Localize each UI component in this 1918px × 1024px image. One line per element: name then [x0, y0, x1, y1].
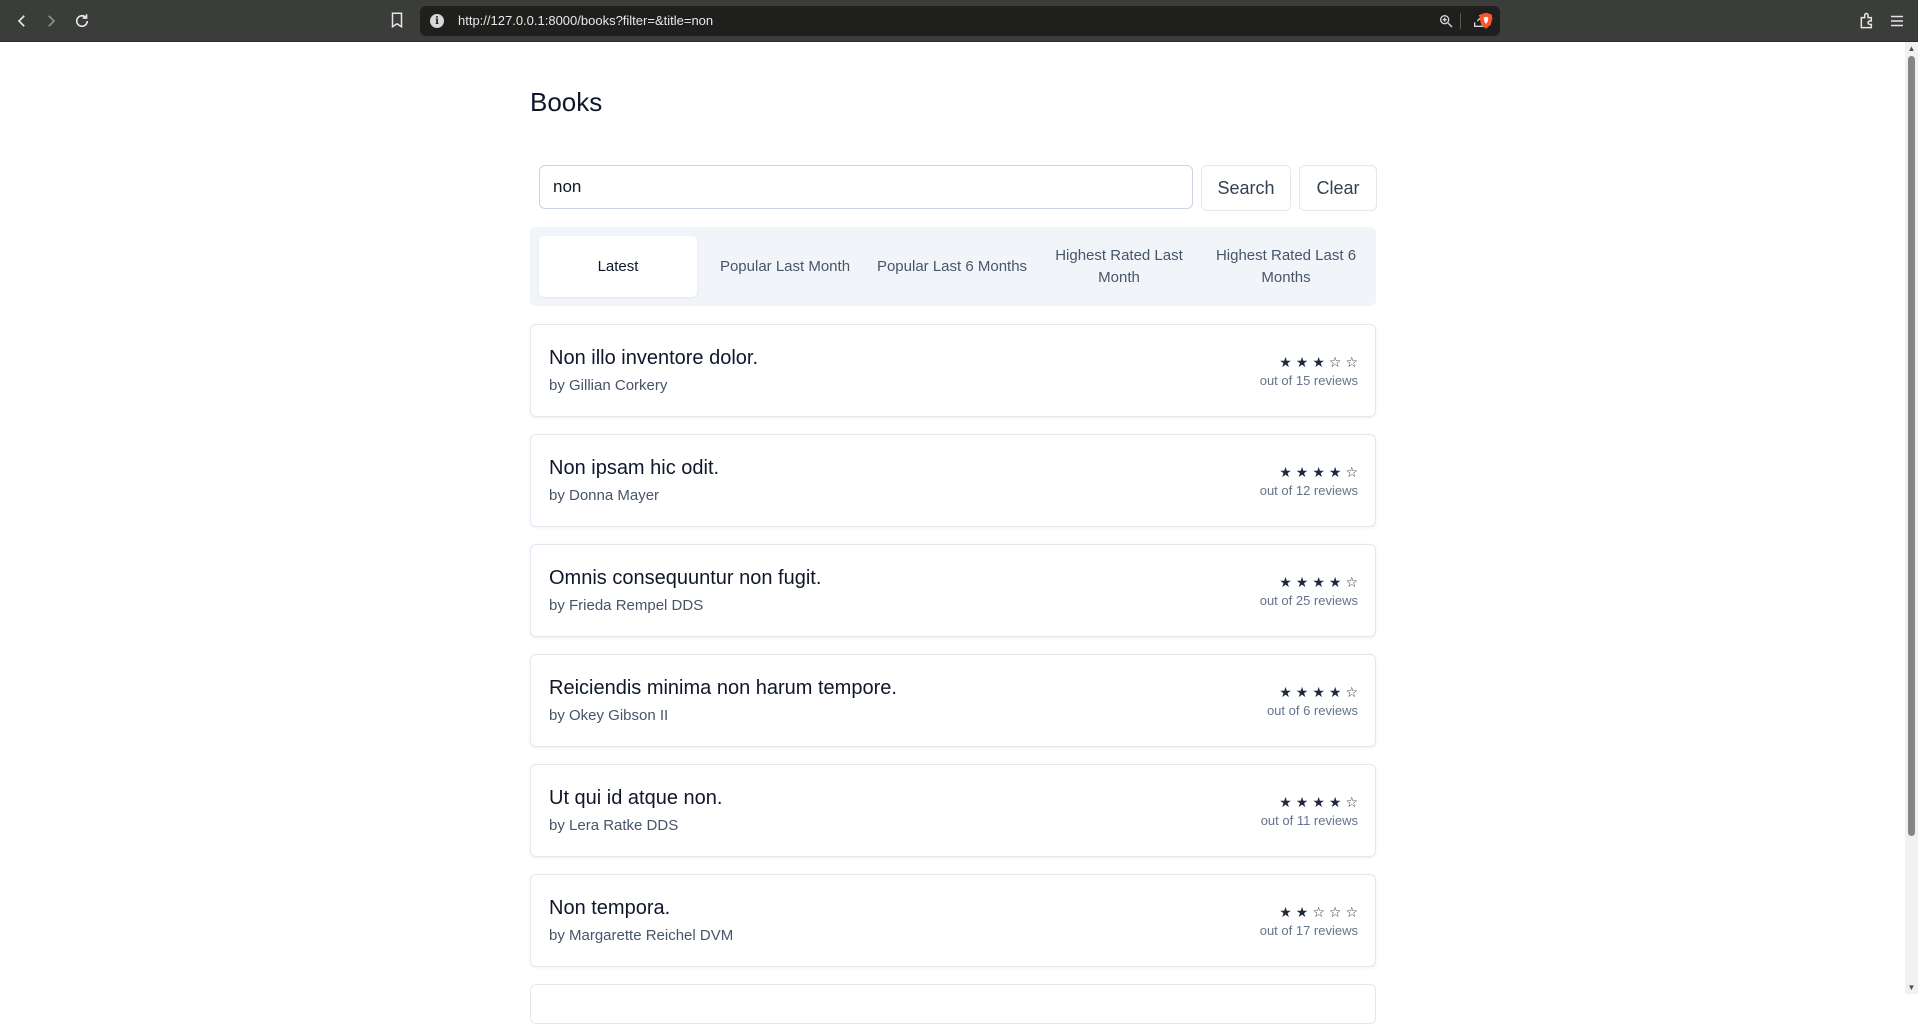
forward-icon[interactable]: [39, 9, 63, 33]
search-input[interactable]: [539, 165, 1193, 209]
zoom-icon[interactable]: [1438, 13, 1454, 29]
book-rating: ★★★★☆ out of 6 reviews: [1267, 684, 1358, 718]
browser-toolbar: i http://127.0.0.1:8000/books?filter=&ti…: [0, 0, 1918, 42]
star-rating-icon: ★★★★☆: [1279, 464, 1362, 480]
review-count: out of 6 reviews: [1266, 703, 1358, 718]
book-title[interactable]: Reiciendis minima non harum tempore.: [549, 677, 897, 700]
review-count: out of 11 reviews: [1260, 813, 1358, 828]
back-icon[interactable]: [10, 9, 34, 33]
review-count: out of 25 reviews: [1259, 593, 1358, 608]
book-title[interactable]: Non ipsam hic odit.: [549, 457, 719, 480]
brave-shield-icon[interactable]: [1478, 12, 1494, 30]
tab-highest-rated-last-6-months[interactable]: Highest Rated Last 6 Months: [1207, 236, 1365, 297]
search-form: Search Clear: [539, 165, 1377, 211]
book-title[interactable]: Non illo inventore dolor.: [549, 347, 758, 370]
filter-tabs: Latest Popular Last Month Popular Last 6…: [530, 227, 1376, 306]
address-bar[interactable]: i http://127.0.0.1:8000/books?filter=&ti…: [420, 6, 1500, 36]
book-rating: ★★☆☆☆ out of 17 reviews: [1260, 904, 1358, 938]
book-author: by Gillian Corkery: [549, 377, 668, 394]
book-rating: ★★★★☆ out of 12 reviews: [1260, 464, 1358, 498]
book-card[interactable]: Reiciendis minima non harum tempore. by …: [530, 654, 1376, 747]
book-author: by Donna Mayer: [549, 487, 660, 504]
star-rating-icon: ★★☆☆☆: [1279, 904, 1362, 920]
review-count: out of 12 reviews: [1259, 483, 1358, 498]
tab-popular-last-month[interactable]: Popular Last Month: [706, 236, 864, 297]
book-author: by Okey Gibson II: [549, 707, 669, 724]
scroll-down-icon[interactable]: ▼: [1907, 983, 1916, 992]
book-title[interactable]: Ut qui id atque non.: [549, 787, 722, 810]
divider: [1460, 13, 1461, 29]
scrollbar-thumb[interactable]: [1908, 56, 1915, 836]
url-text[interactable]: http://127.0.0.1:8000/books?filter=&titl…: [458, 13, 713, 28]
book-author: by Frieda Rempel DDS: [549, 597, 704, 614]
book-rating: ★★★★☆ out of 25 reviews: [1260, 574, 1358, 608]
page-scrollbar[interactable]: ▲ ▼: [1905, 42, 1918, 994]
reload-icon[interactable]: [70, 9, 94, 33]
book-card[interactable]: Non tempora. by Margarette Reichel DVM ★…: [530, 874, 1376, 967]
book-title[interactable]: Omnis consequuntur non fugit.: [549, 567, 821, 590]
book-card[interactable]: Non illo inventore dolor. by Gillian Cor…: [530, 324, 1376, 417]
tab-highest-rated-last-month[interactable]: Highest Rated Last Month: [1040, 236, 1198, 297]
menu-icon[interactable]: [1888, 12, 1906, 30]
clear-button[interactable]: Clear: [1299, 165, 1377, 211]
book-rating: ★★★☆☆ out of 15 reviews: [1260, 354, 1358, 388]
book-rating: ★★★★☆ out of 11 reviews: [1261, 794, 1358, 828]
bookmark-icon[interactable]: [388, 11, 406, 31]
book-title[interactable]: Non tempora.: [549, 897, 670, 920]
site-info-icon[interactable]: i: [430, 14, 444, 28]
star-rating-icon: ★★★★☆: [1279, 794, 1362, 810]
search-button[interactable]: Search: [1201, 165, 1291, 211]
book-card[interactable]: Non ipsam hic odit. by Donna Mayer ★★★★☆…: [530, 434, 1376, 527]
page-title: Books: [530, 87, 603, 117]
scroll-up-icon[interactable]: ▲: [1907, 44, 1916, 53]
star-rating-icon: ★★★★☆: [1279, 574, 1362, 590]
book-author: by Lera Ratke DDS: [549, 817, 679, 834]
book-author: by Margarette Reichel DVM: [549, 927, 734, 944]
star-rating-icon: ★★★☆☆: [1279, 354, 1362, 370]
review-count: out of 15 reviews: [1259, 373, 1358, 388]
extensions-icon[interactable]: [1858, 11, 1878, 31]
book-card[interactable]: Ut qui id atque non. by Lera Ratke DDS ★…: [530, 764, 1376, 857]
review-count: out of 17 reviews: [1259, 923, 1358, 938]
book-card[interactable]: [530, 984, 1376, 1024]
book-card[interactable]: Omnis consequuntur non fugit. by Frieda …: [530, 544, 1376, 637]
star-rating-icon: ★★★★☆: [1279, 684, 1362, 700]
tab-popular-last-6-months[interactable]: Popular Last 6 Months: [873, 236, 1031, 297]
tab-latest[interactable]: Latest: [539, 236, 697, 297]
